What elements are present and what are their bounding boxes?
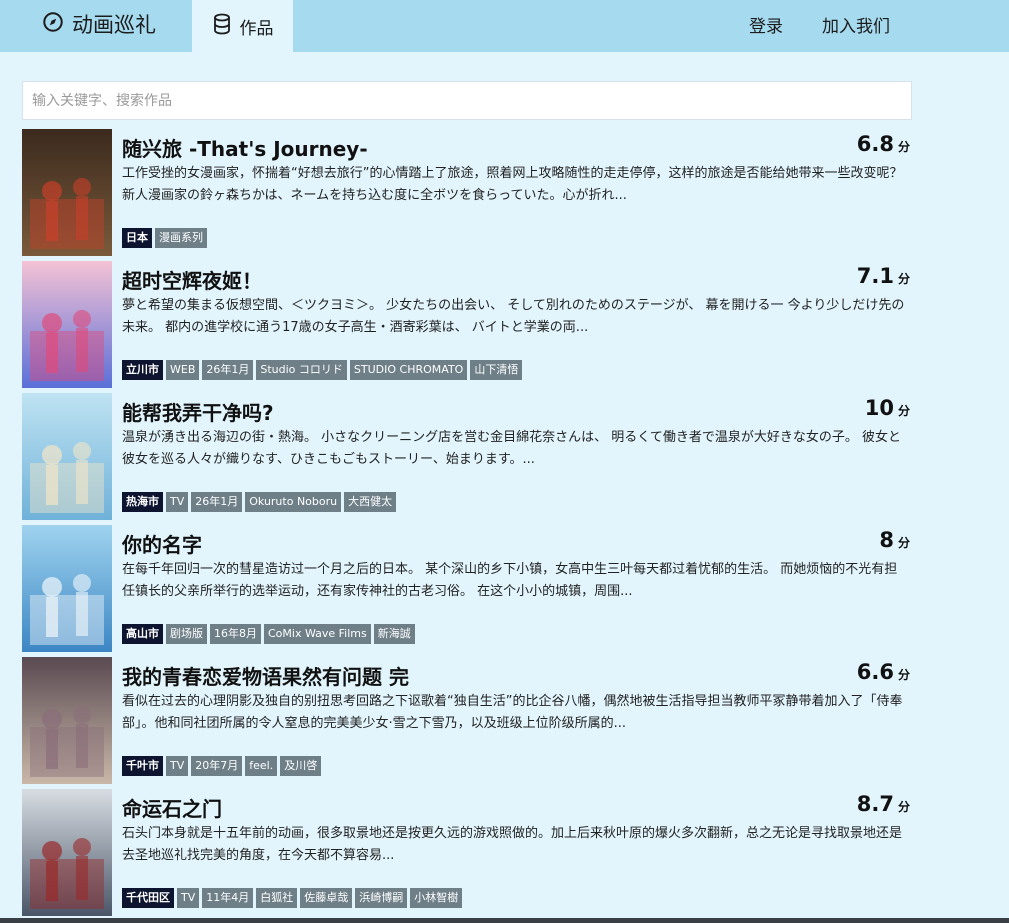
work-poster[interactable] xyxy=(22,129,112,256)
work-description: 工作受挫的女漫画家，怀揣着“好想去旅行”的心情踏上了旅途，照着网上攻略随性的走走… xyxy=(122,166,903,203)
work-score: 7.1 分 xyxy=(857,264,910,288)
work-score-value: 6.6 xyxy=(856,660,894,684)
location-tag[interactable]: 千代田区 xyxy=(122,888,174,908)
work-tags: 千代田区 TV 11年4月 白狐社 佐藤卓哉 浜崎博嗣 小林智樹 xyxy=(122,888,463,908)
work-score-value: 8.7 xyxy=(856,792,894,816)
work-tags: 热海市 TV 26年1月 Okuruto Noboru 大西健太 xyxy=(122,492,397,512)
work-tags: 高山市 剧场版 16年8月 CoMix Wave Films 新海誠 xyxy=(122,624,415,644)
work-poster[interactable] xyxy=(22,657,112,784)
work-description: 看似在过去的心理阴影及独自的别扭思考回路之下讴歌着“独自生活”的比企谷八幡，偶然… xyxy=(122,694,903,731)
work-title[interactable]: 超时空辉夜姬！ xyxy=(122,265,822,294)
poster-illustration xyxy=(22,393,112,520)
work-tag[interactable]: 漫画系列 xyxy=(155,228,207,248)
work-score-unit: 分 xyxy=(897,140,910,154)
work-score: 8.7 分 xyxy=(857,792,910,816)
work-tag[interactable]: 小林智樹 xyxy=(410,888,463,908)
work-list-item[interactable]: 能帮我弄干净吗? 10 分 温泉が湧き出る海辺の街・熱海。 小さなクリーニング店を… xyxy=(22,393,912,525)
poster-illustration xyxy=(22,525,112,652)
work-tag[interactable]: 26年1月 xyxy=(202,360,254,380)
brand-link[interactable]: 动画巡礼 xyxy=(42,9,156,39)
work-list-item[interactable]: 随兴旅 -That's Journey- 6.8 分 工作受挫的女漫画家，怀揣着“… xyxy=(22,129,912,261)
brand-title: 动画巡礼 xyxy=(72,13,156,37)
work-tag[interactable]: TV xyxy=(177,888,200,908)
work-tags: 日本 漫画系列 xyxy=(122,228,207,248)
work-tag[interactable]: TV xyxy=(166,492,189,512)
work-list-item[interactable]: 超时空辉夜姬！ 7.1 分 夢と希望の集まる仮想空間、＜ツクヨミ＞。 少女たちの出… xyxy=(22,261,912,393)
work-poster[interactable] xyxy=(22,789,112,916)
work-description: 温泉が湧き出る海辺の街・熱海。 小さなクリーニング店を営む金目綿花奈さんは、 明… xyxy=(122,430,902,467)
poster-illustration xyxy=(22,789,112,916)
nav-tab-works-label: 作品 xyxy=(239,18,274,39)
login-link[interactable]: 登录 xyxy=(749,12,783,37)
work-title[interactable]: 命运石之门 xyxy=(122,793,822,822)
location-tag[interactable]: 千叶市 xyxy=(122,756,163,776)
join-us-link[interactable]: 加入我们 xyxy=(822,12,890,37)
work-score-value: 10 xyxy=(864,396,894,420)
work-tag[interactable]: STUDIO CHROMATO xyxy=(349,360,468,380)
work-tag[interactable]: 16年8月 xyxy=(210,624,261,644)
work-tag[interactable]: 及川啓 xyxy=(280,756,322,776)
database-icon xyxy=(212,13,232,40)
work-score: 6.8 分 xyxy=(857,132,910,156)
work-tags: 立川市 WEB 26年1月 Studio コロリド STUDIO CHROMATO 山下清… xyxy=(122,360,523,380)
search-input[interactable] xyxy=(22,81,912,120)
work-score: 6.6 分 xyxy=(857,660,910,684)
top-navbar: 动画巡礼 作品 登录 加入我们 xyxy=(0,0,1009,52)
work-tags: 千叶市 TV 20年7月 feel. 及川啓 xyxy=(122,756,322,776)
work-tag[interactable]: 11年4月 xyxy=(202,888,254,908)
work-tag[interactable]: TV xyxy=(166,756,189,776)
work-description: 夢と希望の集まる仮想空間、＜ツクヨミ＞。 少女たちの出会い、 そして別れのための… xyxy=(122,298,905,335)
work-score-unit: 分 xyxy=(897,668,910,682)
work-tag[interactable]: Okuruto Noboru xyxy=(245,492,342,512)
work-poster[interactable] xyxy=(22,393,112,520)
work-score-unit: 分 xyxy=(897,536,910,550)
work-tag[interactable]: 佐藤卓哉 xyxy=(300,888,353,908)
poster-illustration xyxy=(22,657,112,784)
work-title[interactable]: 能帮我弄干净吗? xyxy=(122,397,822,426)
work-title[interactable]: 你的名字 xyxy=(122,529,822,558)
work-tag[interactable]: 白狐社 xyxy=(256,888,298,908)
work-list-item[interactable]: 命运石之门 8.7 分 石头门本身就是十五年前的动画，很多取景地还是按更久远的游戏… xyxy=(22,789,912,921)
bottom-scrollbar[interactable] xyxy=(0,918,1009,923)
work-tag[interactable]: 大西健太 xyxy=(344,492,397,512)
work-score-value: 6.8 xyxy=(856,132,894,156)
work-tag[interactable]: 26年1月 xyxy=(191,492,243,512)
location-tag[interactable]: 热海市 xyxy=(122,492,163,512)
work-tag[interactable]: 浜崎博嗣 xyxy=(355,888,408,908)
work-tag[interactable]: 新海誠 xyxy=(373,624,415,644)
work-description: 石头门本身就是十五年前的动画，很多取景地还是按更久远的游戏照做的。加上后来秋叶原… xyxy=(122,826,903,863)
work-tag[interactable]: CoMix Wave Films xyxy=(264,624,371,644)
work-list-item[interactable]: 我的青春恋爱物语果然有问题 完 6.6 分 看似在过去的心理阴影及独自的别扭思考回… xyxy=(22,657,912,789)
work-score-value: 8 xyxy=(879,528,894,552)
nav-tab-works[interactable]: 作品 xyxy=(192,0,293,52)
work-description: 在每千年回归一次的彗星造访过一个月之后的日本。 某个深山的乡下小镇，女高中生三叶… xyxy=(122,562,898,599)
poster-illustration xyxy=(22,261,112,388)
work-list-item[interactable]: 你的名字 8分 在每千年回归一次的彗星造访过一个月之后的日本。 某个深山的乡下小… xyxy=(22,525,912,657)
location-tag[interactable]: 日本 xyxy=(122,228,152,248)
work-poster[interactable] xyxy=(22,525,112,652)
work-poster[interactable] xyxy=(22,261,112,388)
work-score: 10 分 xyxy=(865,396,910,420)
poster-illustration xyxy=(22,129,112,256)
work-score-unit: 分 xyxy=(897,272,910,286)
work-score-unit: 分 xyxy=(897,800,910,814)
work-score: 8分 xyxy=(879,528,910,552)
work-tag[interactable]: 20年7月 xyxy=(191,756,243,776)
location-tag[interactable]: 立川市 xyxy=(122,360,163,380)
work-tag[interactable]: feel. xyxy=(245,756,278,776)
work-tag[interactable]: 剧场版 xyxy=(166,624,207,644)
compass-icon xyxy=(42,11,64,38)
work-tag[interactable]: 山下清悟 xyxy=(470,360,523,380)
work-score-value: 7.1 xyxy=(856,264,894,288)
work-tag[interactable]: Studio コロリド xyxy=(256,360,347,380)
work-tag[interactable]: WEB xyxy=(166,360,200,380)
work-score-unit: 分 xyxy=(897,404,910,418)
location-tag[interactable]: 高山市 xyxy=(122,624,163,644)
work-list: 随兴旅 -That's Journey- 6.8 分 工作受挫的女漫画家，怀揣着“… xyxy=(22,129,912,921)
work-title[interactable]: 我的青春恋爱物语果然有问题 完 xyxy=(122,661,822,690)
work-title[interactable]: 随兴旅 -That's Journey- xyxy=(122,133,822,162)
